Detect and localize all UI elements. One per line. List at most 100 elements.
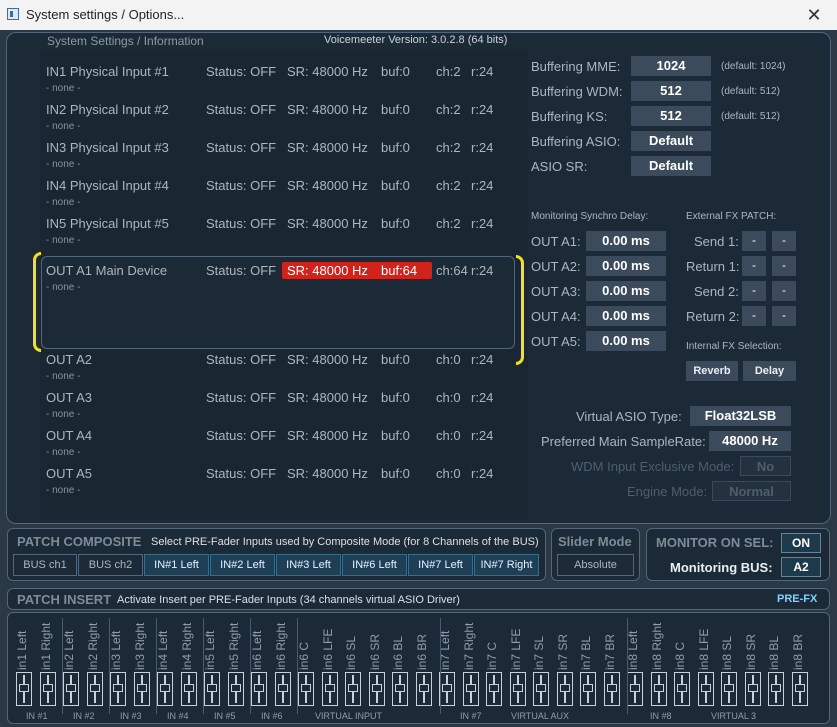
insert-switch[interactable]: [486, 672, 502, 706]
insert-switch[interactable]: [510, 672, 526, 706]
device-name[interactable]: IN3 Physical Input #3: [46, 140, 169, 155]
insert-switch[interactable]: [557, 672, 573, 706]
insert-switch[interactable]: [40, 672, 56, 706]
insert-switch[interactable]: [698, 672, 714, 706]
fx-patch-channel-button[interactable]: -: [742, 231, 766, 251]
insert-switch[interactable]: [181, 672, 197, 706]
monitor-on-toggle[interactable]: ON: [781, 533, 821, 553]
insert-switch[interactable]: [275, 672, 291, 706]
device-name[interactable]: OUT A5: [46, 466, 92, 481]
composite-channel-button[interactable]: IN#7 Left: [408, 554, 473, 576]
insert-channel-name: in5 Left: [203, 630, 217, 670]
device-name[interactable]: IN1 Physical Input #1: [46, 64, 169, 79]
insert-switch[interactable]: [157, 672, 173, 706]
insert-switch[interactable]: [416, 672, 432, 706]
window-title: System settings / Options...: [26, 7, 185, 22]
buffering-value[interactable]: 1024: [631, 56, 711, 76]
device-name[interactable]: OUT A1 Main Device: [46, 263, 167, 278]
insert-switch[interactable]: [627, 672, 643, 706]
buffering-value[interactable]: 512: [631, 106, 711, 126]
device-selection: - none -: [46, 485, 81, 496]
insert-switch[interactable]: [87, 672, 103, 706]
insert-switch[interactable]: [322, 672, 338, 706]
device-name[interactable]: IN4 Physical Input #4: [46, 178, 169, 193]
device-buffer: buf:0: [381, 178, 410, 193]
insert-switch[interactable]: [745, 672, 761, 706]
insert-switch[interactable]: [134, 672, 150, 706]
insert-switch[interactable]: [228, 672, 244, 706]
insert-switch[interactable]: [63, 672, 79, 706]
insert-channel-name: in2 Left: [62, 630, 76, 670]
delay-value[interactable]: 0.00 ms: [586, 306, 666, 326]
device-status: Status: OFF: [206, 216, 277, 231]
insert-switch[interactable]: [110, 672, 126, 706]
insert-channel-label: in8 C: [673, 614, 687, 670]
insert-group-label: IN #7: [460, 711, 482, 721]
fx-patch-channel-button[interactable]: -: [742, 306, 766, 326]
fx-patch-channel-button[interactable]: -: [742, 281, 766, 301]
engine-mode-select[interactable]: Normal: [712, 481, 791, 501]
insert-switch[interactable]: [204, 672, 220, 706]
buffering-default: (default: 1024): [721, 61, 786, 72]
insert-switch[interactable]: [768, 672, 784, 706]
composite-channel-button[interactable]: IN#2 Left: [210, 554, 275, 576]
insert-switch[interactable]: [298, 672, 314, 706]
insert-switch[interactable]: [392, 672, 408, 706]
insert-switch[interactable]: [604, 672, 620, 706]
asio-type-select[interactable]: Float32LSB: [690, 406, 791, 426]
fx-patch-channel-button[interactable]: -: [772, 306, 796, 326]
device-name[interactable]: IN5 Physical Input #5: [46, 216, 169, 231]
fx-patch-channel-button[interactable]: -: [772, 231, 796, 251]
insert-switch[interactable]: [345, 672, 361, 706]
insert-switch[interactable]: [369, 672, 385, 706]
insert-switch[interactable]: [651, 672, 667, 706]
buffering-value[interactable]: 512: [631, 81, 711, 101]
insert-channel-name: in7 BL: [579, 635, 593, 670]
close-icon[interactable]: ✕: [791, 0, 837, 30]
device-status: Status: OFF: [206, 428, 277, 443]
composite-channel-button[interactable]: IN#3 Left: [276, 554, 341, 576]
composite-channel-button[interactable]: IN#7 Right: [474, 554, 539, 576]
device-name[interactable]: OUT A2: [46, 352, 92, 367]
composite-channel-button[interactable]: BUS ch1: [13, 554, 77, 576]
device-name[interactable]: OUT A3: [46, 390, 92, 405]
insert-channel-label: in4 Right: [180, 614, 194, 670]
fx-patch-channel-button[interactable]: -: [742, 256, 766, 276]
device-resolution: r:24: [471, 428, 494, 443]
reverb-button[interactable]: Reverb: [686, 361, 738, 381]
insert-switch[interactable]: [463, 672, 479, 706]
buffering-value[interactable]: Default: [631, 156, 711, 176]
device-selection: - none -: [46, 447, 81, 458]
insert-switch[interactable]: [792, 672, 808, 706]
monitoring-bus-select[interactable]: A2: [781, 557, 821, 577]
fx-patch-channel-button[interactable]: -: [772, 281, 796, 301]
device-name[interactable]: OUT A4: [46, 428, 92, 443]
composite-channel-button[interactable]: BUS ch2: [78, 554, 143, 576]
device-name[interactable]: IN2 Physical Input #2: [46, 102, 169, 117]
insert-switch[interactable]: [721, 672, 737, 706]
delay-value[interactable]: 0.00 ms: [586, 256, 666, 276]
wdm-exclusive-select[interactable]: No: [740, 456, 791, 476]
delay-value[interactable]: 0.00 ms: [586, 281, 666, 301]
delay-value[interactable]: 0.00 ms: [586, 231, 666, 251]
insert-switch[interactable]: [674, 672, 690, 706]
delay-value[interactable]: 0.00 ms: [586, 331, 666, 351]
composite-channel-button[interactable]: IN#6 Left: [342, 554, 407, 576]
slider-mode-button[interactable]: Absolute: [557, 554, 634, 576]
delay-button[interactable]: Delay: [743, 361, 796, 381]
insert-switch[interactable]: [439, 672, 455, 706]
insert-channel-label: in7 Right: [462, 614, 476, 670]
insert-switch[interactable]: [533, 672, 549, 706]
insert-switch[interactable]: [251, 672, 267, 706]
device-buffer: buf:0: [381, 216, 410, 231]
samplerate-select[interactable]: 48000 Hz: [709, 431, 791, 451]
insert-switch[interactable]: [580, 672, 596, 706]
fx-patch-channel-button[interactable]: -: [772, 256, 796, 276]
buffering-label: Buffering MME:: [531, 59, 621, 74]
insert-switch[interactable]: [16, 672, 32, 706]
composite-channel-button[interactable]: IN#1 Left: [144, 554, 209, 576]
version-label: Voicemeeter Version: 3.0.2.8 (64 bits): [324, 34, 508, 46]
device-selection: - none -: [46, 83, 81, 94]
buffering-value[interactable]: Default: [631, 131, 711, 151]
device-buffer: buf:0: [381, 428, 410, 443]
